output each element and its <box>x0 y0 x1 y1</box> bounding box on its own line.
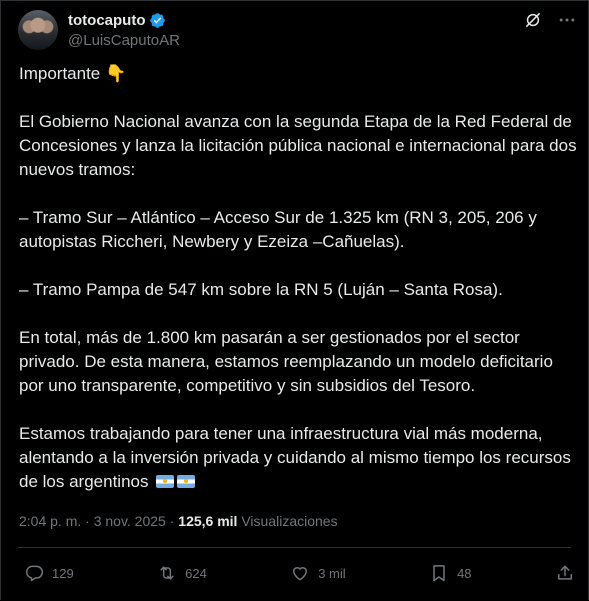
repost-button[interactable]: 624 <box>157 563 207 583</box>
handle[interactable]: @LuisCaputoAR <box>68 32 180 49</box>
argentina-flag-icon <box>156 475 175 488</box>
tweet-paragraph-1: El Gobierno Nacional avanza con la segun… <box>19 112 577 179</box>
bookmark-button[interactable]: 48 <box>429 563 472 583</box>
timestamp[interactable]: 2:04 p. m. · 3 nov. 2025 · <box>19 513 178 529</box>
header-actions <box>523 10 577 30</box>
tweet-paragraph-4: En total, más de 1.800 km pasarán a ser … <box>19 328 553 395</box>
like-button[interactable]: 3 mil <box>290 563 346 583</box>
reply-count: 129 <box>52 565 74 581</box>
views-count: 125,6 mil <box>178 513 238 529</box>
verified-badge-icon <box>150 13 166 28</box>
bookmark-icon <box>433 565 445 582</box>
display-name-row: totocaputo <box>68 12 180 29</box>
repost-icon <box>160 566 174 580</box>
grok-icon[interactable] <box>523 10 543 30</box>
tweet-line-1: Importante 👇 <box>19 64 127 83</box>
tweet-paragraph-5: Estamos trabajando para tener una infrae… <box>19 424 571 491</box>
more-icon[interactable] <box>557 10 577 30</box>
tweet-text: Importante 👇 El Gobierno Nacional avanza… <box>19 62 579 494</box>
bookmark-count: 48 <box>457 565 472 581</box>
tweet-paragraph-5-wrap: Estamos trabajando para tener una infrae… <box>19 422 579 494</box>
like-count: 3 mil <box>318 565 346 581</box>
author-block: totocaputo @LuisCaputoAR <box>68 12 180 49</box>
argentina-flag-icon <box>177 475 196 488</box>
tweet-header: totocaputo @LuisCaputoAR <box>18 10 577 52</box>
reply-button[interactable]: 129 <box>24 563 74 583</box>
like-icon <box>293 567 308 581</box>
views-label: Visualizaciones <box>237 513 338 529</box>
share-button[interactable] <box>555 563 575 583</box>
tweet-meta: 2:04 p. m. · 3 nov. 2025 · 125,6 mil Vis… <box>19 513 338 529</box>
avatar[interactable] <box>18 10 58 50</box>
share-icon <box>557 565 572 580</box>
reply-icon <box>25 565 44 582</box>
repost-count: 624 <box>185 565 207 581</box>
action-bar: 129 624 3 mil 48 <box>24 561 575 585</box>
tweet-paragraph-3: – Tramo Pampa de 547 km sobre la RN 5 (L… <box>19 280 503 299</box>
divider <box>18 547 571 548</box>
tweet-paragraph-2: – Tramo Sur – Atlántico – Acceso Sur de … <box>19 208 537 251</box>
display-name[interactable]: totocaputo <box>68 12 145 29</box>
